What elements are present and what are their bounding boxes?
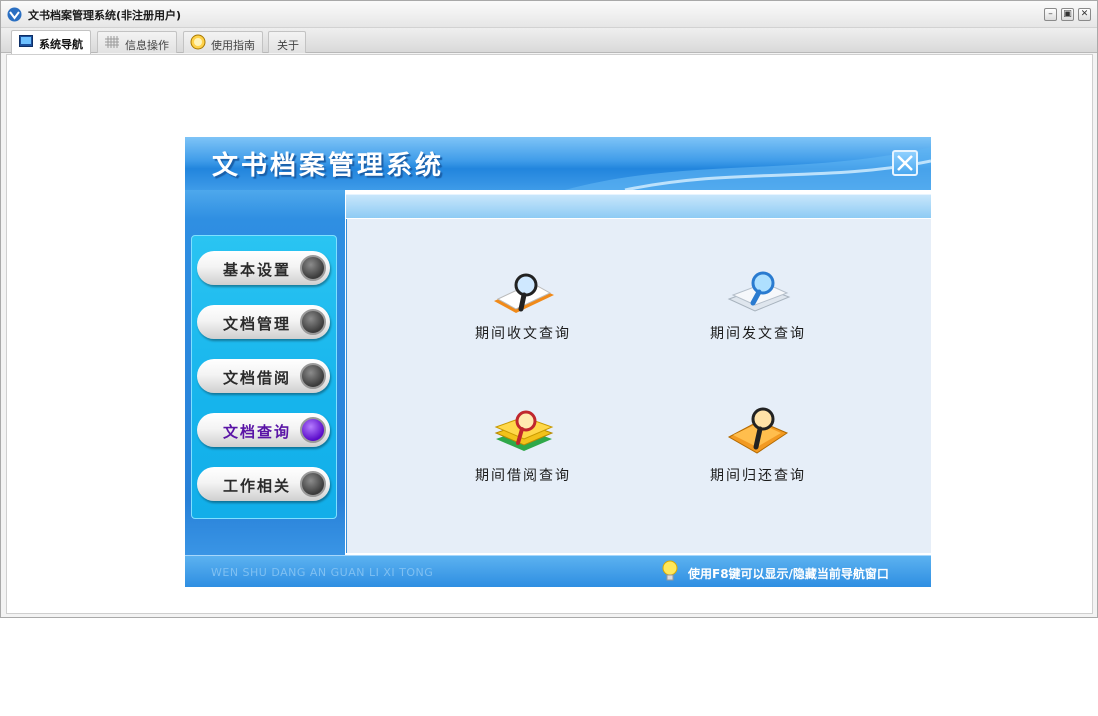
- content-header-bar: [346, 194, 931, 218]
- sidebar: 基本设置 文档管理 文档借阅 文档查询 工作相关: [185, 190, 345, 555]
- panel-close-button[interactable]: [892, 150, 918, 176]
- close-button[interactable]: ✕: [1078, 8, 1091, 21]
- navigation-panel: 文书档案管理系统 基本设置 文档管理 文档借阅 文档查询 工作相关 期间收文查询…: [185, 137, 931, 587]
- menu-item-document-borrowing[interactable]: 文档借阅: [197, 359, 330, 393]
- tab-label: 使用指南: [211, 39, 255, 52]
- monitor-icon: [19, 35, 33, 47]
- magnifier-papers-icon: [727, 271, 791, 312]
- tab-system-nav[interactable]: 系统导航: [11, 30, 91, 54]
- magnifier-books-icon: [494, 410, 554, 451]
- menu-item-label: 文档借阅: [223, 369, 292, 387]
- status-knob-icon: [300, 363, 326, 389]
- menu-item-work-related[interactable]: 工作相关: [197, 467, 330, 501]
- header-swoosh-decoration: [565, 147, 931, 190]
- footer-tip: 使用F8键可以显示/隐藏当前导航窗口: [688, 567, 889, 581]
- status-knob-icon: [300, 471, 326, 497]
- window-title: 文书档案管理系统(非注册用户): [28, 9, 182, 22]
- query-received-documents[interactable]: 期间收文查询: [443, 265, 603, 365]
- magnifier-document-icon: [494, 273, 554, 313]
- query-label: 期间归还查询: [710, 468, 806, 484]
- app-logo-icon: [7, 7, 22, 22]
- menu-item-label: 文档查询: [223, 423, 292, 441]
- status-knob-icon: [300, 255, 326, 281]
- grid-icon: [105, 36, 119, 48]
- query-return-records[interactable]: 期间归还查询: [678, 407, 838, 507]
- menu-item-document-query[interactable]: 文档查询: [197, 413, 330, 447]
- menu-item-basic-settings[interactable]: 基本设置: [197, 251, 330, 285]
- footer-pinyin: WEN SHU DANG AN GUAN LI XI TONG: [211, 566, 434, 579]
- tab-label: 系统导航: [39, 38, 83, 51]
- close-x-icon: [897, 155, 913, 171]
- query-label: 期间收文查询: [475, 326, 571, 342]
- query-label: 期间借阅查询: [475, 468, 571, 484]
- sidebar-menu: 基本设置 文档管理 文档借阅 文档查询 工作相关: [191, 235, 337, 519]
- query-options: 期间收文查询 期间发文查询 期间借阅查询 期间归还查询: [346, 219, 931, 553]
- tab-about[interactable]: 关于: [268, 31, 306, 53]
- magnifier-folder-icon: [727, 407, 789, 454]
- menu-item-label: 文档管理: [223, 315, 292, 333]
- minimize-button[interactable]: –: [1044, 8, 1057, 21]
- query-sent-documents[interactable]: 期间发文查询: [678, 265, 838, 365]
- tab-bar: 系统导航 信息操作 使用指南 关于: [1, 28, 1097, 54]
- tab-label: 信息操作: [125, 39, 169, 52]
- query-borrowing-records[interactable]: 期间借阅查询: [443, 407, 603, 507]
- title-bar: 文书档案管理系统(非注册用户) – ▣ ✕: [1, 1, 1097, 28]
- menu-item-label: 工作相关: [223, 477, 292, 495]
- panel-title: 文书档案管理系统: [212, 151, 445, 181]
- menu-item-label: 基本设置: [223, 261, 292, 279]
- tab-user-guide[interactable]: 使用指南: [183, 31, 263, 53]
- tab-label: 关于: [277, 39, 299, 52]
- tab-info-ops[interactable]: 信息操作: [97, 31, 177, 53]
- menu-item-document-management[interactable]: 文档管理: [197, 305, 330, 339]
- panel-footer: WEN SHU DANG AN GUAN LI XI TONG 使用F8键可以显…: [185, 555, 931, 587]
- restore-button[interactable]: ▣: [1061, 8, 1074, 21]
- query-label: 期间发文查询: [710, 326, 806, 342]
- help-circle-icon: [190, 34, 206, 50]
- lightbulb-icon: [662, 560, 678, 581]
- status-knob-icon: [300, 309, 326, 335]
- status-knob-icon: [300, 417, 326, 443]
- panel-header: 文书档案管理系统: [185, 137, 931, 190]
